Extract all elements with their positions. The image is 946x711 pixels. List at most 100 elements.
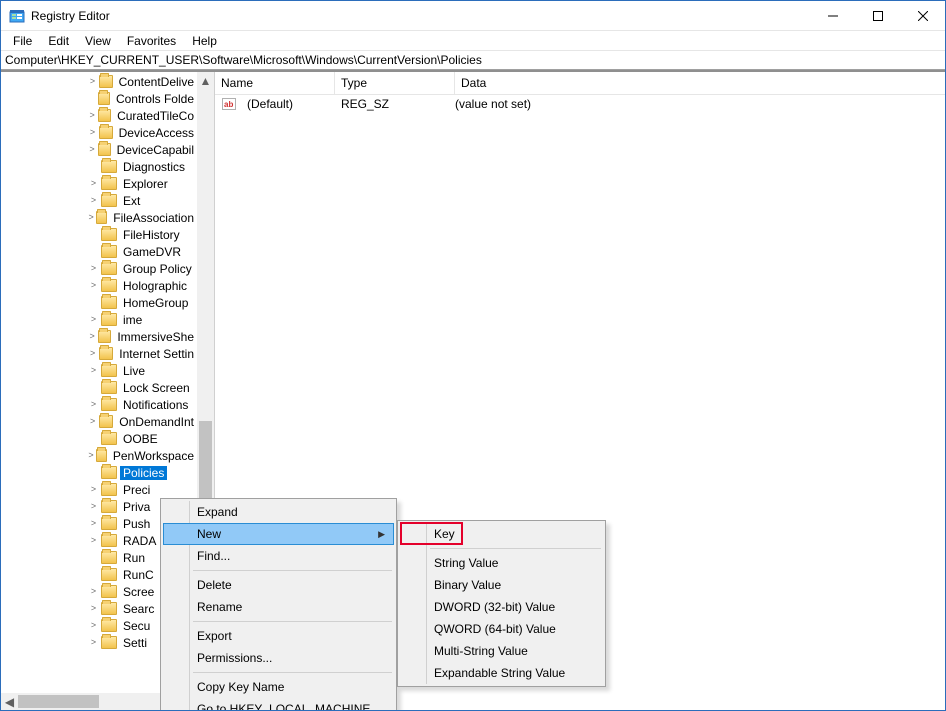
expand-chevron-icon[interactable]: ˃ — [87, 621, 100, 630]
tree-item[interactable]: ˃ContentDelive — [1, 73, 197, 90]
tree-item[interactable]: ˃Internet Settin — [1, 345, 197, 362]
tree-item-label: Setti — [120, 636, 150, 650]
folder-icon — [96, 449, 107, 462]
expand-chevron-icon[interactable]: ˃ — [87, 77, 98, 86]
expand-chevron-icon[interactable]: ˃ — [87, 587, 100, 596]
ctx-new[interactable]: New ▶ — [163, 523, 394, 545]
hscroll-thumb[interactable] — [18, 695, 99, 708]
expand-chevron-icon[interactable]: ˃ — [87, 213, 95, 222]
tree-item[interactable]: ˃FileAssociation — [1, 209, 197, 226]
expand-chevron-icon[interactable]: ˃ — [87, 264, 100, 273]
expand-chevron-icon[interactable]: ˃ — [87, 128, 98, 137]
menu-file[interactable]: File — [5, 32, 40, 50]
tree-item[interactable]: ˃Group Policy — [1, 260, 197, 277]
sub-dword-value[interactable]: DWORD (32-bit) Value — [400, 596, 603, 618]
folder-icon — [98, 330, 111, 343]
ctx-export[interactable]: Export — [163, 625, 394, 647]
tree-item[interactable]: Lock Screen — [1, 379, 197, 396]
tree-item[interactable]: HomeGroup — [1, 294, 197, 311]
tree-item[interactable]: ˃ Live — [1, 362, 197, 379]
expand-chevron-icon[interactable]: ˃ — [87, 315, 100, 324]
scroll-left-icon[interactable]: ◀ — [1, 693, 18, 710]
tree-item[interactable]: GameDVR — [1, 243, 197, 260]
tree-item[interactable]: ˃Explorer — [1, 175, 197, 192]
folder-icon — [101, 517, 117, 530]
tree-item[interactable]: Controls Folde — [1, 90, 197, 107]
tree-item[interactable]: ˃CuratedTileCo — [1, 107, 197, 124]
expand-chevron-icon[interactable]: ˃ — [87, 332, 97, 341]
folder-icon — [101, 194, 117, 207]
menu-edit[interactable]: Edit — [40, 32, 77, 50]
expand-chevron-icon[interactable]: ˃ — [87, 400, 100, 409]
tree-item-label: Notifications — [120, 398, 191, 412]
address-bar[interactable]: Computer\HKEY_CURRENT_USER\Software\Micr… — [1, 51, 945, 70]
expand-chevron-icon[interactable]: ˃ — [87, 485, 100, 494]
value-row-default[interactable]: ab (Default) REG_SZ (value not set) — [215, 95, 945, 113]
expand-chevron-icon[interactable]: ˃ — [87, 536, 100, 545]
tree-item[interactable]: OOBE — [1, 430, 197, 447]
folder-icon — [101, 177, 117, 190]
maximize-button[interactable] — [855, 1, 900, 30]
ctx-delete[interactable]: Delete — [163, 574, 394, 596]
sub-key[interactable]: Key — [400, 523, 603, 545]
expand-chevron-icon[interactable]: ˃ — [87, 519, 100, 528]
folder-icon — [101, 160, 117, 173]
expand-chevron-icon[interactable]: ˃ — [87, 111, 97, 120]
tree-item[interactable]: ˃Preci — [1, 481, 197, 498]
expand-chevron-icon[interactable]: ˃ — [87, 638, 100, 647]
tree-item[interactable]: FileHistory — [1, 226, 197, 243]
sub-expandable-string-value[interactable]: Expandable String Value — [400, 662, 603, 684]
expand-chevron-icon[interactable]: ˃ — [87, 179, 100, 188]
tree-item[interactable]: ˃ Notifications — [1, 396, 197, 413]
tree-item-label: FileHistory — [120, 228, 183, 242]
menu-help[interactable]: Help — [184, 32, 225, 50]
tree-item[interactable]: ˃PenWorkspace — [1, 447, 197, 464]
expand-chevron-icon[interactable]: ˃ — [87, 417, 98, 426]
expand-chevron-icon[interactable]: ˃ — [87, 145, 97, 154]
ctx-find[interactable]: Find... — [163, 545, 394, 567]
sub-binary-value[interactable]: Binary Value — [400, 574, 603, 596]
close-button[interactable] — [900, 1, 945, 30]
tree-item-label: OnDemandInt — [116, 415, 197, 429]
expand-chevron-icon[interactable]: ˃ — [87, 604, 100, 613]
folder-icon — [101, 619, 117, 632]
menu-view[interactable]: View — [77, 32, 119, 50]
expand-chevron-icon[interactable]: ˃ — [87, 502, 100, 511]
folder-icon — [101, 534, 117, 547]
expand-chevron-icon[interactable]: ˃ — [87, 281, 100, 290]
sub-multistring-value[interactable]: Multi-String Value — [400, 640, 603, 662]
expand-chevron-icon[interactable]: ˃ — [87, 451, 95, 460]
tree-item[interactable]: Diagnostics — [1, 158, 197, 175]
tree-item[interactable]: ˃ OnDemandInt — [1, 413, 197, 430]
sub-qword-value[interactable]: QWORD (64-bit) Value — [400, 618, 603, 640]
scroll-up-icon[interactable]: ▲ — [197, 72, 214, 89]
ctx-copy-key-name[interactable]: Copy Key Name — [163, 676, 394, 698]
ctx-permissions[interactable]: Permissions... — [163, 647, 394, 669]
minimize-button[interactable] — [810, 1, 855, 30]
folder-icon — [99, 75, 113, 88]
menu-favorites[interactable]: Favorites — [119, 32, 184, 50]
ctx-new-label: New — [197, 527, 221, 541]
tree-item[interactable]: Policies — [1, 464, 197, 481]
expand-chevron-icon[interactable]: ˃ — [87, 366, 100, 375]
reg-string-icon: ab — [221, 96, 237, 112]
ctx-rename[interactable]: Rename — [163, 596, 394, 618]
tree-item-label: Live — [120, 364, 148, 378]
tree-item[interactable]: ˃DeviceAccess — [1, 124, 197, 141]
ctx-goto-hklm[interactable]: Go to HKEY_LOCAL_MACHINE — [163, 698, 394, 711]
tree-item[interactable]: ˃Holographic — [1, 277, 197, 294]
tree-item[interactable]: ˃DeviceCapabil — [1, 141, 197, 158]
ctx-expand[interactable]: Expand — [163, 501, 394, 523]
column-data[interactable]: Data — [455, 72, 945, 94]
column-name[interactable]: Name — [215, 72, 335, 94]
folder-icon — [101, 568, 117, 581]
sub-string-value[interactable]: String Value — [400, 552, 603, 574]
tree-item-label: RADA — [120, 534, 159, 548]
expand-chevron-icon[interactable]: ˃ — [87, 196, 100, 205]
expand-chevron-icon[interactable]: ˃ — [87, 349, 98, 358]
tree-item[interactable]: ˃ImmersiveShe — [1, 328, 197, 345]
tree-item[interactable]: ˃ime — [1, 311, 197, 328]
column-type[interactable]: Type — [335, 72, 455, 94]
tree-item-label: Ext — [120, 194, 143, 208]
tree-item[interactable]: ˃ Ext — [1, 192, 197, 209]
